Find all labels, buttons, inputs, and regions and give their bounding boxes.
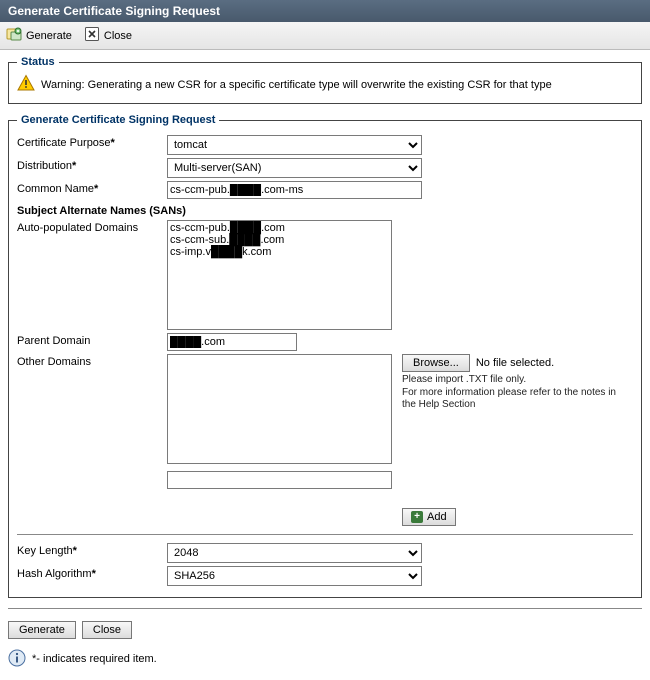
generate-icon xyxy=(6,26,22,45)
label-hash-algorithm: Hash Algorithm* xyxy=(17,566,167,580)
other-domains-textarea[interactable] xyxy=(167,354,392,464)
window-title: Generate Certificate Signing Request xyxy=(8,4,220,18)
key-length-select[interactable]: 2048 xyxy=(167,543,422,563)
label-parent-domain: Parent Domain xyxy=(17,333,167,347)
add-button[interactable]: + Add xyxy=(402,508,456,526)
label-auto-domains: Auto-populated Domains xyxy=(17,220,167,234)
status-legend: Status xyxy=(17,56,59,68)
label-distribution: Distribution* xyxy=(17,158,167,172)
window-titlebar: Generate Certificate Signing Request xyxy=(0,0,650,22)
info-icon xyxy=(8,649,26,670)
hash-algorithm-select[interactable]: SHA256 xyxy=(167,566,422,586)
status-warning-text: Warning: Generating a new CSR for a spec… xyxy=(41,79,552,91)
common-name-input[interactable] xyxy=(167,181,422,199)
add-button-label: Add xyxy=(427,511,447,523)
san-heading: Subject Alternate Names (SANs) xyxy=(17,205,633,217)
separator xyxy=(17,534,633,535)
required-note: *- indicates required item. xyxy=(32,653,157,665)
label-certificate-purpose: Certificate Purpose* xyxy=(17,135,167,149)
certificate-purpose-select[interactable]: tomcat xyxy=(167,135,422,155)
parent-domain-input[interactable] xyxy=(167,333,297,351)
status-fieldset: Status Warning: Generating a new CSR for… xyxy=(8,56,642,104)
warning-icon xyxy=(17,74,35,95)
auto-domains-textarea[interactable] xyxy=(167,220,392,330)
close-icon xyxy=(84,26,100,45)
footer-separator xyxy=(8,608,642,609)
browse-button[interactable]: Browse... xyxy=(402,354,470,372)
toolbar-generate-label: Generate xyxy=(26,30,72,42)
csr-form-fieldset: Generate Certificate Signing Request Cer… xyxy=(8,114,642,598)
plus-icon: + xyxy=(411,511,423,523)
toolbar-generate-button[interactable]: Generate xyxy=(6,26,72,45)
other-domain-input[interactable] xyxy=(167,471,392,489)
no-file-text: No file selected. xyxy=(476,357,554,369)
browse-help-text: Please import .TXT file only. For more i… xyxy=(402,374,632,412)
toolbar-close-button[interactable]: Close xyxy=(84,26,132,45)
distribution-select[interactable]: Multi-server(SAN) xyxy=(167,158,422,178)
footer-close-button[interactable]: Close xyxy=(82,621,132,639)
label-key-length: Key Length* xyxy=(17,543,167,557)
label-common-name: Common Name* xyxy=(17,181,167,195)
toolbar: Generate Close xyxy=(0,22,650,50)
footer-generate-button[interactable]: Generate xyxy=(8,621,76,639)
toolbar-close-label: Close xyxy=(104,30,132,42)
csr-form-legend: Generate Certificate Signing Request xyxy=(17,114,219,126)
label-other-domains: Other Domains xyxy=(17,354,167,368)
